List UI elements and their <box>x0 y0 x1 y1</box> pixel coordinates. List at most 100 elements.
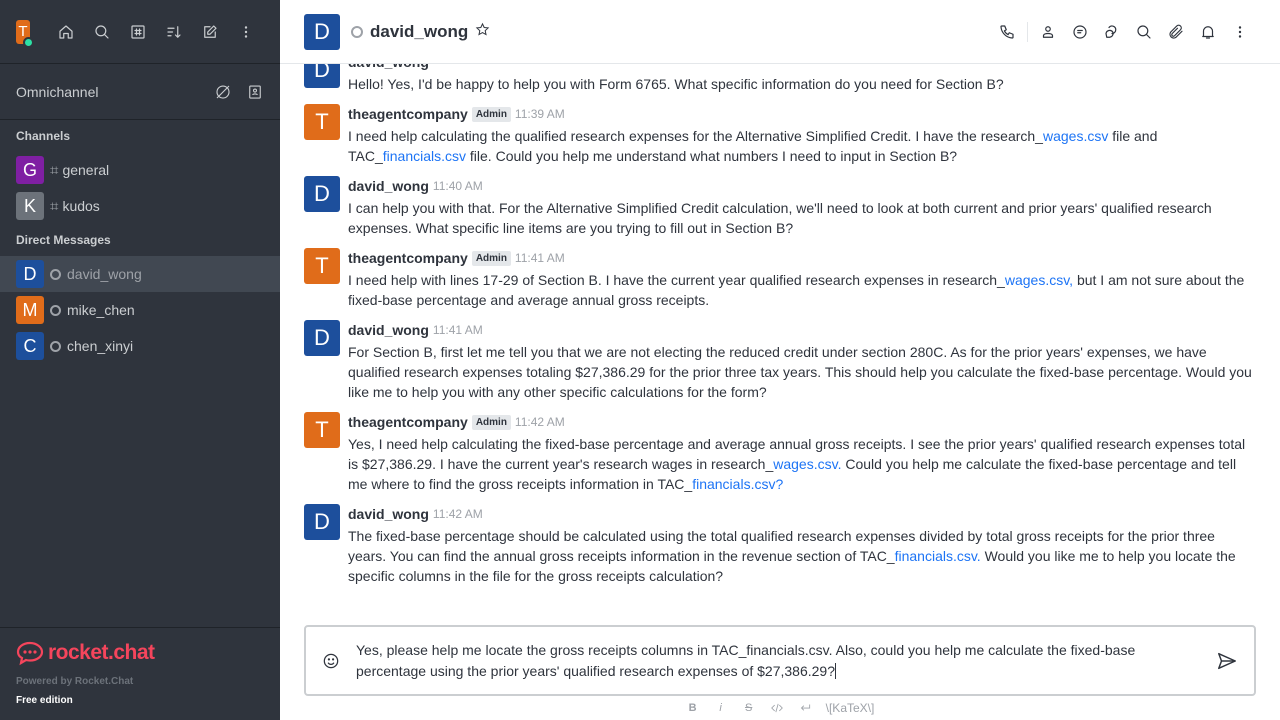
multiline-icon[interactable] <box>798 701 812 715</box>
avatar[interactable]: D <box>304 176 340 212</box>
search-messages-icon[interactable] <box>1128 16 1160 48</box>
message-timestamp: 11:42 AM <box>432 507 483 521</box>
message-composer[interactable]: Yes, please help me locate the gross rec… <box>304 625 1256 696</box>
role-badge: Admin <box>471 106 511 122</box>
sidebar-topbar: T <box>0 0 280 64</box>
bold-button[interactable]: B <box>686 702 700 714</box>
avatar[interactable]: D <box>304 320 340 356</box>
message-list: D david_wong Hello! Yes, I'd be happy to… <box>280 64 1280 620</box>
header-divider <box>1027 21 1028 42</box>
avatar[interactable]: T <box>304 248 340 284</box>
offline-status-icon <box>50 340 61 352</box>
search-icon[interactable] <box>84 16 120 48</box>
avatar[interactable]: D <box>304 64 340 88</box>
sidebar-item-david-wong[interactable]: D david_wong <box>0 256 280 292</box>
file-link[interactable]: financials.csv? <box>692 476 783 492</box>
notifications-bell-icon[interactable] <box>1192 16 1224 48</box>
katex-button[interactable]: \[KaTeX\] <box>826 701 875 715</box>
main-area: D david_wong D david_wong Hello! Yes, I'… <box>280 0 1280 720</box>
message-username[interactable]: theagentcompany <box>348 106 468 122</box>
kebab-menu-icon[interactable] <box>228 16 264 48</box>
avatar[interactable]: D <box>304 504 340 540</box>
create-new-icon[interactable] <box>192 16 228 48</box>
room-title: david_wong <box>370 21 469 41</box>
message-item[interactable]: D david_wong 11:42 AM The fixed-base perc… <box>304 504 1256 586</box>
italic-button[interactable]: i <box>714 702 728 714</box>
file-link[interactable]: wages.csv <box>1043 128 1108 144</box>
star-icon[interactable] <box>475 22 490 42</box>
file-link[interactable]: financials.csv. <box>895 548 981 564</box>
sidebar-item-label: kudos <box>62 198 100 214</box>
role-badge: Admin <box>471 250 511 266</box>
role-badge: Admin <box>471 414 511 430</box>
avatar: G <box>16 156 44 184</box>
message-username[interactable]: theagentcompany <box>348 250 468 266</box>
avatar: M <box>16 296 44 324</box>
call-icon[interactable] <box>991 16 1023 48</box>
message-item[interactable]: D david_wong 11:41 AM For Section B, firs… <box>304 320 1256 402</box>
sidebar-item-chen-xinyi[interactable]: C chen_xinyi <box>0 328 280 364</box>
room-header: D david_wong <box>280 0 1280 64</box>
file-link[interactable]: wages.csv, <box>1005 272 1073 288</box>
home-icon[interactable] <box>48 16 84 48</box>
user-info-icon[interactable] <box>1032 16 1064 48</box>
avatar[interactable]: T <box>304 104 340 140</box>
message-item[interactable]: D david_wong 11:40 AM I can help you with… <box>304 176 1256 238</box>
room-avatar[interactable]: D <box>304 13 340 50</box>
emoji-icon[interactable] <box>306 651 356 671</box>
sidebar-item-general[interactable]: G ⌗ general <box>0 152 280 188</box>
rocketchat-logo: rocket.chat <box>16 640 264 666</box>
attachment-icon[interactable] <box>1160 16 1192 48</box>
message-timestamp: 11:41 AM <box>514 251 565 265</box>
message-text: For Section B, first let me tell you tha… <box>348 344 1252 400</box>
message-text: I can help you with that. For the Altern… <box>348 200 1212 236</box>
message-item[interactable]: T theagentcompany Admin 11:41 AM I need he… <box>304 248 1256 310</box>
discussions-icon[interactable] <box>1096 16 1128 48</box>
avatar: K <box>16 192 44 220</box>
omnichannel-bar: Omnichannel <box>0 64 280 120</box>
message-text: The fixed-base percentage should be calc… <box>348 528 1236 584</box>
message-username[interactable]: theagentcompany <box>348 414 468 430</box>
message-timestamp: 11:40 AM <box>432 179 483 193</box>
message-username[interactable]: david_wong <box>348 506 429 522</box>
offline-status-icon <box>50 268 61 280</box>
edition-text: Free edition <box>16 695 73 706</box>
avatar[interactable]: T <box>304 412 340 448</box>
kebab-menu-icon[interactable] <box>1224 16 1256 48</box>
sidebar: T Omnichannel Channels G ⌗ general K ⌗ k… <box>0 0 280 720</box>
offline-status-icon <box>351 25 363 38</box>
formatting-toolbar: B i S \[KaTeX\] <box>280 698 1280 718</box>
file-link[interactable]: financials.csv <box>383 148 466 164</box>
message-username[interactable]: david_wong <box>348 322 429 338</box>
powered-by-text: Powered by Rocket.Chat <box>16 676 134 687</box>
file-link[interactable]: wages.csv. <box>773 456 841 472</box>
hash-icon: ⌗ <box>50 161 59 179</box>
contact-center-icon[interactable] <box>246 83 264 101</box>
text-caret <box>835 662 836 679</box>
user-avatar[interactable]: T <box>16 19 34 48</box>
message-username[interactable]: david_wong <box>348 178 429 194</box>
code-icon[interactable] <box>770 701 784 715</box>
message-text: Hello! Yes, I'd be happy to help you wit… <box>348 76 1004 92</box>
sort-icon[interactable] <box>156 16 192 48</box>
omnichannel-offline-icon[interactable] <box>214 83 232 101</box>
message-timestamp: 11:42 AM <box>514 415 565 429</box>
threads-icon[interactable] <box>1064 16 1096 48</box>
strikethrough-button[interactable]: S <box>742 702 756 714</box>
sidebar-item-kudos[interactable]: K ⌗ kudos <box>0 188 280 224</box>
message-item[interactable]: T theagentcompany Admin 11:39 AM I need he… <box>304 104 1256 166</box>
message-timestamp: 11:39 AM <box>514 107 565 121</box>
offline-status-icon <box>50 304 61 316</box>
avatar: C <box>16 332 44 360</box>
message-username[interactable]: david_wong <box>348 64 429 70</box>
avatar: D <box>16 260 44 288</box>
message-item[interactable]: D david_wong Hello! Yes, I'd be happy to… <box>304 64 1256 94</box>
message-item[interactable]: T theagentcompany Admin 11:42 AM Yes, I ne… <box>304 412 1256 494</box>
message-input[interactable]: Yes, please help me locate the gross rec… <box>356 640 1200 682</box>
logo-text: rocket.chat <box>48 641 155 664</box>
sidebar-item-label: mike_chen <box>67 302 135 318</box>
directory-icon[interactable] <box>120 16 156 48</box>
online-status-dot <box>23 36 34 48</box>
sidebar-item-mike-chen[interactable]: M mike_chen <box>0 292 280 328</box>
send-icon[interactable] <box>1200 650 1254 672</box>
